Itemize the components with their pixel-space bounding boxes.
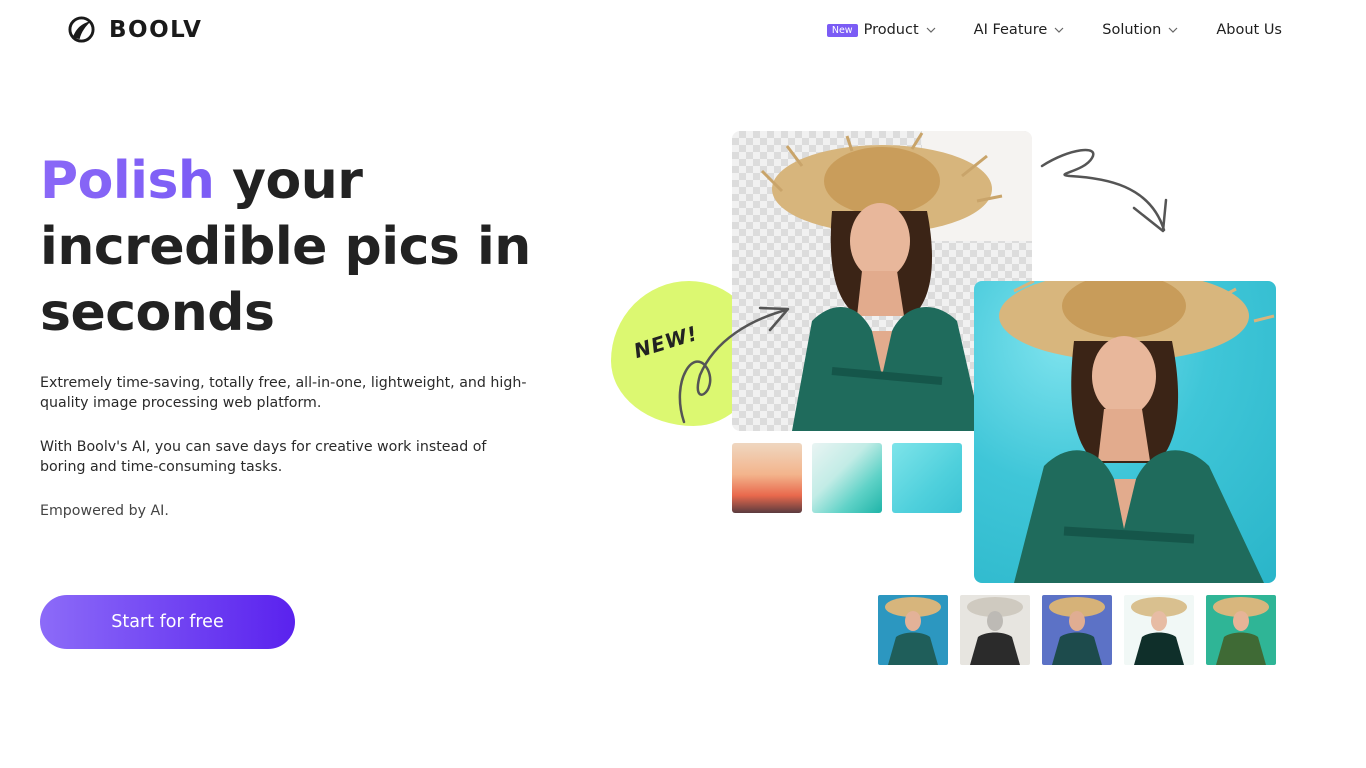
style-thumbnail-indigo[interactable] <box>1042 595 1112 665</box>
nav-label-solution: Solution <box>1102 22 1162 38</box>
thumbnail-figure-image <box>967 597 1023 665</box>
nav-label-ai-feature: AI Feature <box>973 22 1048 38</box>
background-swatch-aqua[interactable] <box>892 443 962 513</box>
boolv-logo[interactable]: BOOLV <box>68 16 202 43</box>
hero-ai-description: With Boolv's AI, you can save days for c… <box>40 439 487 475</box>
hero-description: Extremely time-saving, totally free, all… <box>40 375 527 411</box>
nav-label-about-us: About Us <box>1216 22 1282 38</box>
thumbnail-figure-image <box>885 597 941 665</box>
main-nav: New Product AI Feature Solution About Us <box>826 20 1282 40</box>
style-thumbnail-sketch[interactable] <box>960 595 1030 665</box>
style-thumbnail-blue[interactable] <box>878 595 948 665</box>
chevron-down-icon <box>1054 27 1064 33</box>
nav-label-product: Product <box>863 22 919 38</box>
headline-text-1: your <box>214 151 363 211</box>
chevron-down-icon <box>926 27 936 33</box>
headline-accent-word: Polish <box>40 151 215 211</box>
chevron-down-icon <box>1168 27 1178 33</box>
nav-item-solution[interactable]: Solution <box>1102 22 1178 38</box>
boolv-logo-icon <box>68 16 95 43</box>
nav-item-about-us[interactable]: About Us <box>1216 22 1282 38</box>
headline-text-2: incredible pics in <box>40 217 531 277</box>
curly-arrow-top-icon <box>1040 148 1166 232</box>
thumbnail-figure-image <box>1049 597 1105 665</box>
page: BOOLV New Product AI Feature Solution Ab… <box>0 0 1366 768</box>
arrowhead-top-icon <box>1132 198 1168 233</box>
style-thumbnail-green[interactable] <box>1206 595 1276 665</box>
background-swatch-teal-wave[interactable] <box>812 443 882 513</box>
start-for-free-button[interactable]: Start for free <box>40 595 295 649</box>
top-navigation-bar: BOOLV New Product AI Feature Solution Ab… <box>0 0 1366 60</box>
hero-tagline: Empowered by AI. <box>40 503 169 519</box>
hero-headline: Polish your incredible pics in seconds <box>40 148 600 346</box>
new-badge: New <box>826 23 858 37</box>
nav-item-ai-feature[interactable]: AI Feature <box>974 22 1065 38</box>
logo-wordmark: BOOLV <box>109 16 203 43</box>
thumbnail-figure-image <box>1213 597 1269 665</box>
nav-item-product[interactable]: New Product <box>826 22 936 38</box>
headline-text-3: seconds <box>40 283 275 343</box>
after-photo-new-background <box>974 281 1276 583</box>
thumbnail-figure-image <box>1131 597 1187 665</box>
woman-figure-image <box>999 281 1275 583</box>
style-thumbnail-ink[interactable] <box>1124 595 1194 665</box>
background-swatch-sunset[interactable] <box>732 443 802 513</box>
